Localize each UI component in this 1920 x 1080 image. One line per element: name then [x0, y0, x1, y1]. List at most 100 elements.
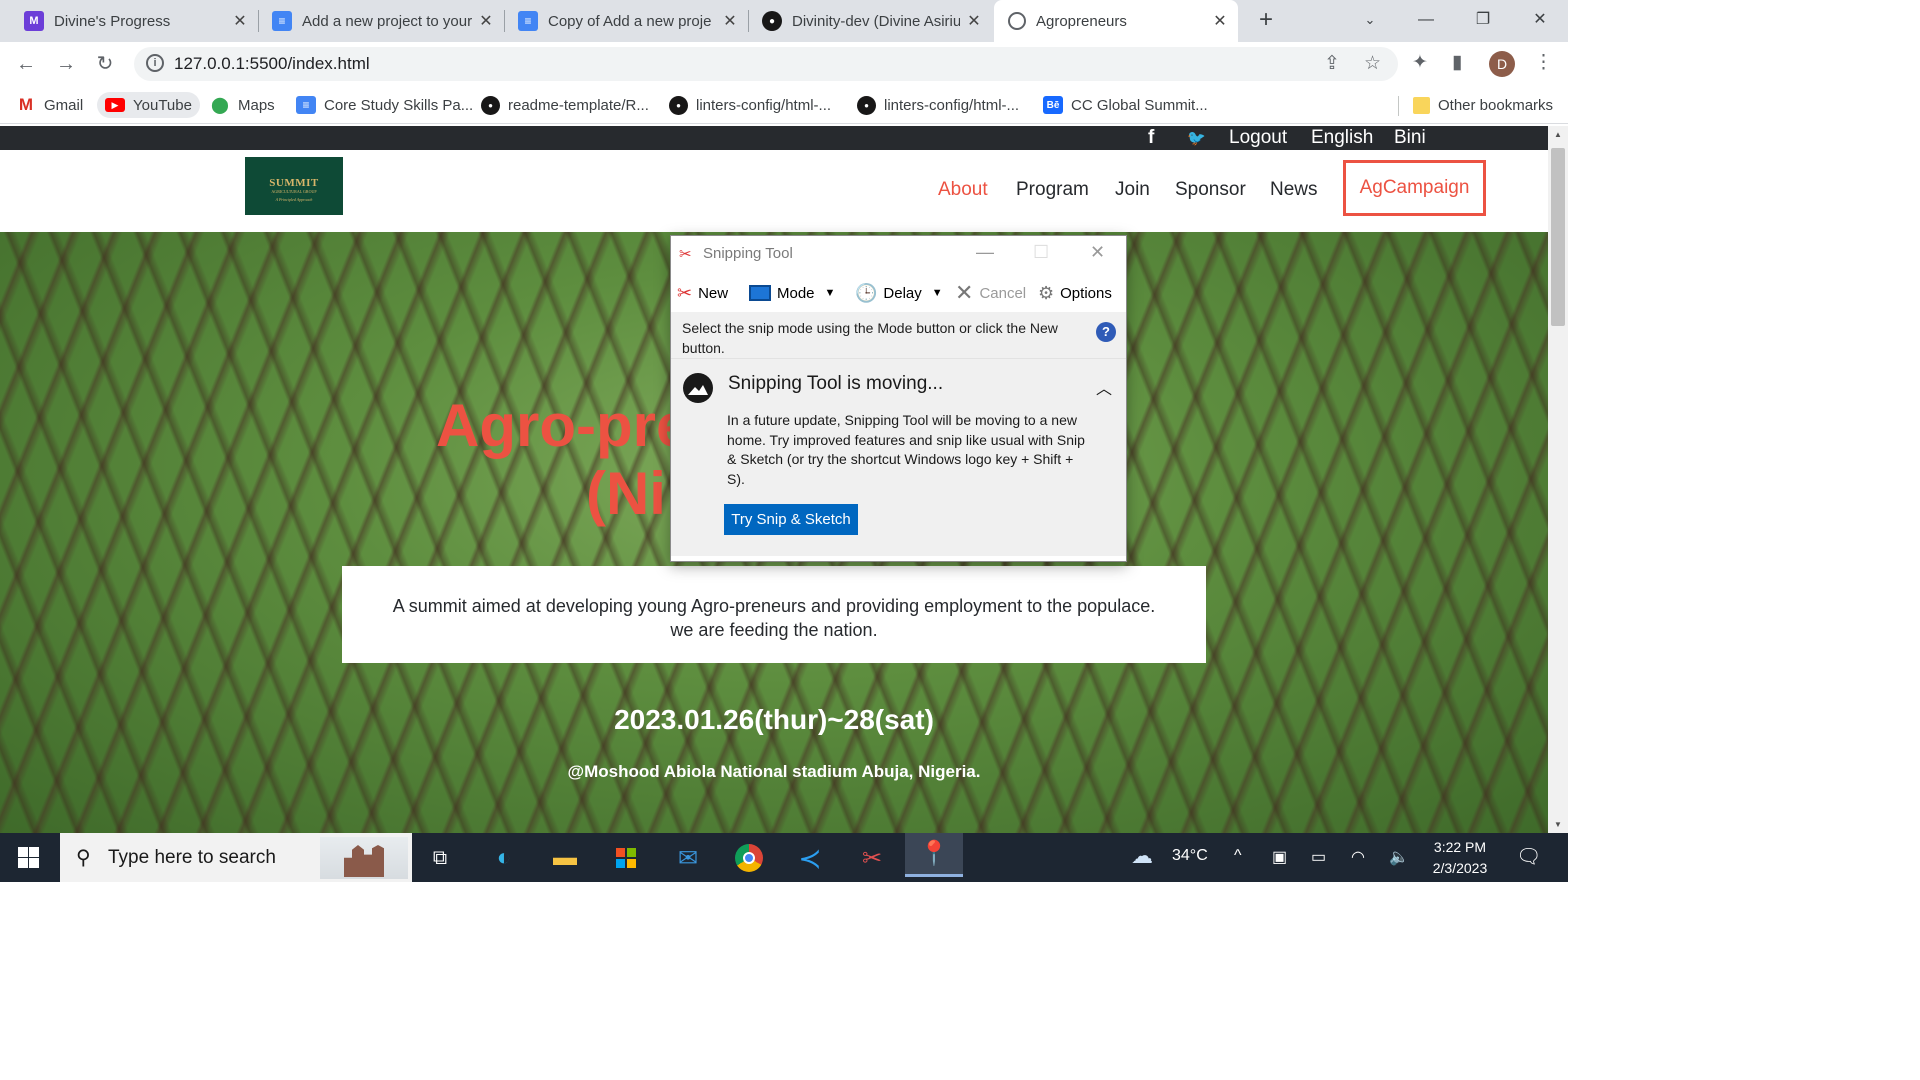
mail-icon[interactable]: ✉ [668, 838, 708, 878]
edge-icon[interactable]: ◐ [484, 838, 524, 878]
close-button[interactable]: ✕ [1090, 242, 1105, 263]
chrome-icon[interactable] [729, 838, 769, 878]
browser-tab[interactable]: M Divine's Progress ✕ [0, 0, 258, 42]
delay-button[interactable]: 🕒 Delay ▼ [855, 282, 943, 304]
bookmark-linters-config-2[interactable]: ● linters-config/html-... [857, 92, 1019, 118]
logo-tagline: A Principled Approach [275, 197, 313, 202]
extensions-icon[interactable]: ✦ [1412, 51, 1428, 74]
clock-time: 3:22 PM [1433, 839, 1487, 855]
scroll-up-arrow[interactable]: ▲ [1548, 130, 1568, 139]
bookmark-core-study-skills[interactable]: ≡ Core Study Skills Pa... [296, 92, 473, 118]
menu-icon[interactable]: ⋮ [1534, 51, 1553, 74]
language-link[interactable]: English [1311, 127, 1373, 149]
twitter-icon[interactable]: 🐦 [1187, 129, 1206, 147]
help-icon[interactable]: ? [1096, 322, 1116, 342]
snipping-tool-titlebar[interactable]: ✂ Snipping Tool — ☐ ✕ [671, 236, 1126, 272]
close-icon[interactable]: ✕ [232, 11, 248, 31]
notice-body: In a future update, Snipping Tool will b… [727, 412, 1085, 487]
try-snip-sketch-button[interactable]: Try Snip & Sketch [724, 504, 858, 535]
bookmark-label: Other bookmarks [1438, 96, 1554, 114]
close-icon[interactable]: ✕ [966, 11, 982, 31]
bookmark-gmail[interactable]: M Gmail [16, 92, 83, 118]
snipping-tool-icon[interactable]: ✂ [852, 838, 892, 878]
site-info-icon[interactable]: i [146, 54, 164, 72]
forward-button[interactable]: → [52, 50, 80, 78]
address-bar[interactable]: i 127.0.0.1:5500/index.html ⇪ ☆ [134, 47, 1398, 81]
profile-avatar[interactable]: D [1489, 51, 1515, 77]
bookmark-label: Gmail [44, 96, 84, 114]
bookmark-cc-global-summit[interactable]: Bē CC Global Summit... [1043, 92, 1208, 118]
bookmark-youtube[interactable]: ▶ YouTube [97, 92, 200, 118]
browser-tab[interactable]: ≡ Add a new project to your ✕ [258, 0, 504, 42]
meet-now-icon[interactable]: ▣ [1272, 847, 1287, 867]
instruction-text: Select the snip mode using the Mode butt… [682, 320, 1058, 356]
search-icon: ⚲ [76, 847, 91, 869]
bookmark-linters-config-1[interactable]: ● linters-config/html-... [669, 92, 831, 118]
notifications-icon[interactable]: 🗨 [1516, 844, 1541, 869]
temperature[interactable]: 34°C [1172, 847, 1208, 865]
github-icon: ● [481, 95, 500, 115]
logout-link[interactable]: Logout [1229, 127, 1287, 149]
folder-icon [1413, 96, 1430, 114]
browser-tab[interactable]: ≡ Copy of Add a new proje ✕ [504, 0, 748, 42]
file-explorer-icon[interactable]: ▬ [545, 838, 585, 878]
side-panel-icon[interactable]: ▮ [1452, 51, 1462, 74]
behance-icon: Bē [1043, 96, 1063, 114]
browser-tab[interactable]: ● Divinity-dev (Divine Asiriu ✕ [748, 0, 992, 42]
nav-news[interactable]: News [1270, 179, 1318, 201]
cloud-icon[interactable]: ☁ [1131, 843, 1153, 869]
event-date: 2023.01.26(thur)~28(sat) [614, 704, 934, 735]
options-button[interactable]: ⚙ Options [1038, 282, 1112, 304]
tab-title: Add a new project to your [302, 12, 472, 30]
chevron-down-icon[interactable]: ▼ [825, 287, 836, 299]
wifi-icon[interactable]: ◠ [1351, 847, 1365, 867]
page-scrollbar[interactable]: ▲ ▼ [1548, 126, 1568, 833]
new-tab-button[interactable]: + [1252, 6, 1280, 34]
site-logo[interactable]: SUMMIT AGRICULTURAL GROUP A Principled A… [245, 157, 343, 215]
hero-description-2: we are feeding the nation. [670, 620, 878, 640]
minimize-button[interactable]: — [1398, 0, 1454, 42]
bookmarks-bar: M Gmail ▶ YouTube ⬤ Maps ≡ Core Study Sk… [0, 86, 1568, 124]
nav-sponsor[interactable]: Sponsor [1175, 179, 1246, 201]
bookmark-maps[interactable]: ⬤ Maps [210, 92, 275, 118]
search-placeholder: Type here to search [108, 847, 276, 868]
pin-app-icon[interactable]: 📍 [905, 833, 963, 877]
close-icon[interactable]: ✕ [722, 11, 738, 31]
restore-button[interactable]: ❐ [1455, 0, 1511, 42]
browser-tab-active[interactable]: Agropreneurs ✕ [994, 0, 1238, 42]
chevron-up-icon[interactable]: ^ [1234, 847, 1242, 865]
nav-program[interactable]: Program [1016, 179, 1089, 201]
reload-button[interactable]: ↻ [91, 50, 119, 78]
vscode-icon[interactable]: ≺ [790, 838, 830, 878]
back-button[interactable]: ← [12, 50, 40, 78]
store-icon[interactable] [606, 838, 646, 878]
volume-icon[interactable]: 🔈 [1389, 847, 1409, 867]
share-icon[interactable]: ⇪ [1324, 52, 1340, 75]
nav-about[interactable]: About [938, 179, 988, 201]
close-window-button[interactable]: ✕ [1512, 0, 1568, 42]
task-view-icon[interactable]: ⧉ [420, 838, 460, 878]
scroll-down-arrow[interactable]: ▼ [1548, 820, 1568, 829]
mode-button[interactable]: Mode ▼ [749, 282, 835, 304]
facebook-icon[interactable]: f [1148, 127, 1154, 149]
taskbar-search[interactable]: ⚲ Type here to search [60, 833, 412, 882]
windows-start-icon[interactable] [18, 847, 39, 868]
user-link[interactable]: Bini [1394, 127, 1426, 149]
scrollbar-thumb[interactable] [1551, 148, 1565, 326]
nav-join[interactable]: Join [1115, 179, 1150, 201]
new-snip-button[interactable]: ✂ New [677, 282, 728, 304]
close-icon[interactable]: ✕ [478, 11, 494, 31]
battery-icon[interactable]: ▭ [1311, 847, 1326, 867]
minimize-button[interactable]: — [976, 242, 994, 263]
close-icon[interactable]: ✕ [1212, 11, 1228, 31]
other-bookmarks[interactable]: Other bookmarks [1413, 92, 1553, 118]
agcampaign-button[interactable]: AgCampaign [1343, 160, 1486, 216]
taskbar-clock[interactable]: 3:22 PM 2/3/2023 [1420, 837, 1500, 879]
bookmark-readme-template[interactable]: ● readme-template/R... [481, 92, 649, 118]
chevron-up-icon[interactable]: ︿ [1096, 375, 1112, 399]
bookmark-label: linters-config/html-... [884, 96, 1020, 114]
chevron-down-icon[interactable]: ▼ [932, 287, 943, 299]
gmail-icon: M [18, 95, 34, 114]
tab-search-icon[interactable]: ⌄ [1342, 0, 1398, 42]
bookmark-star-icon[interactable]: ☆ [1364, 52, 1381, 75]
